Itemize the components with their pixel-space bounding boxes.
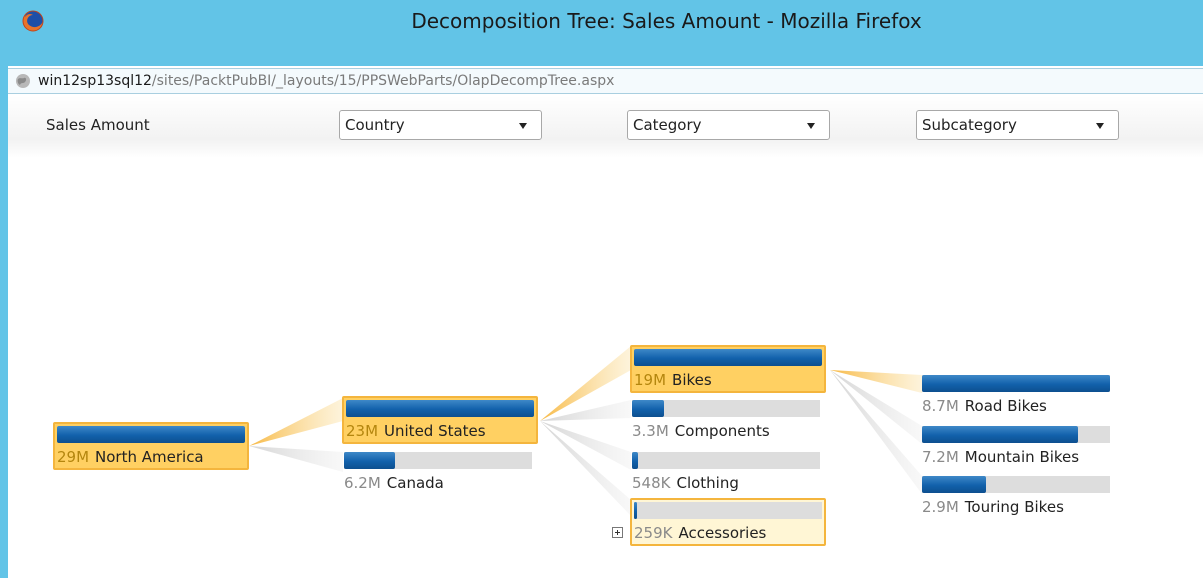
node-value: 2.9M — [922, 498, 959, 516]
node-name: Clothing — [676, 474, 739, 492]
connector — [830, 370, 922, 393]
node-label: 3.3M Components — [632, 421, 822, 441]
node-value: 3.3M — [632, 422, 669, 440]
node-label: 7.2M Mountain Bikes — [922, 447, 1112, 467]
tree-node-road-bikes[interactable]: 8.7M Road Bikes — [920, 373, 1116, 421]
tree-node-united-states[interactable]: 23M United States — [342, 396, 538, 444]
tree-node-clothing[interactable]: 548K Clothing — [630, 450, 826, 498]
node-value: 19M — [634, 371, 667, 389]
value-bar — [632, 452, 638, 469]
node-value: 23M — [346, 422, 379, 440]
value-bar — [922, 476, 986, 493]
bar-track — [634, 502, 822, 519]
connector — [540, 421, 631, 516]
node-name: Components — [674, 422, 770, 440]
tree-node-mountain-bikes[interactable]: 7.2M Mountain Bikes — [920, 424, 1116, 472]
node-name: United States — [384, 422, 486, 440]
bar-track — [922, 426, 1110, 443]
node-value: 7.2M — [922, 448, 959, 466]
tree-node-bikes[interactable]: 19M Bikes — [630, 345, 826, 393]
node-name: Road Bikes — [964, 397, 1047, 415]
node-name: Touring Bikes — [964, 498, 1064, 516]
connector — [249, 398, 343, 446]
node-value: 548K — [632, 474, 671, 492]
node-label: 23M United States — [346, 421, 536, 441]
node-name: Accessories — [678, 524, 767, 542]
value-bar — [57, 426, 245, 443]
value-bar — [922, 375, 1110, 392]
tree-node-north-america[interactable]: 29M North America — [53, 422, 249, 470]
tree-node-components[interactable]: 3.3M Components — [630, 398, 826, 446]
node-value: 8.7M — [922, 397, 959, 415]
node-name: Mountain Bikes — [964, 448, 1080, 466]
bar-track — [344, 452, 532, 469]
node-name: North America — [95, 448, 204, 466]
bar-track — [346, 400, 534, 417]
value-bar — [346, 400, 534, 417]
node-label: 29M North America — [57, 447, 247, 467]
connector — [249, 446, 343, 472]
node-label: 259K Accessories — [634, 523, 824, 543]
value-bar — [344, 452, 395, 469]
expand-plus-icon[interactable] — [612, 527, 623, 538]
bar-track — [632, 400, 820, 417]
node-name: Canada — [386, 474, 444, 492]
node-value: 6.2M — [344, 474, 381, 492]
value-bar — [922, 426, 1079, 443]
value-bar — [632, 400, 664, 417]
node-name: Bikes — [672, 371, 712, 389]
tree-node-accessories[interactable]: 259K Accessories — [630, 498, 826, 546]
value-bar — [634, 349, 822, 366]
tree-node-canada[interactable]: 6.2M Canada — [342, 450, 538, 498]
bar-track — [632, 452, 820, 469]
tree-node-touring-bikes[interactable]: 2.9M Touring Bikes — [920, 474, 1116, 522]
node-value: 29M — [57, 448, 90, 466]
bar-track — [57, 426, 245, 443]
node-label: 8.7M Road Bikes — [922, 396, 1112, 416]
bar-track — [634, 349, 822, 366]
bar-track — [922, 476, 1110, 493]
value-bar — [634, 502, 637, 519]
node-label: 548K Clothing — [632, 473, 822, 493]
node-label: 19M Bikes — [634, 370, 824, 390]
node-label: 2.9M Touring Bikes — [922, 497, 1112, 517]
bar-track — [922, 375, 1110, 392]
node-label: 6.2M Canada — [344, 473, 534, 493]
node-value: 259K — [634, 524, 673, 542]
